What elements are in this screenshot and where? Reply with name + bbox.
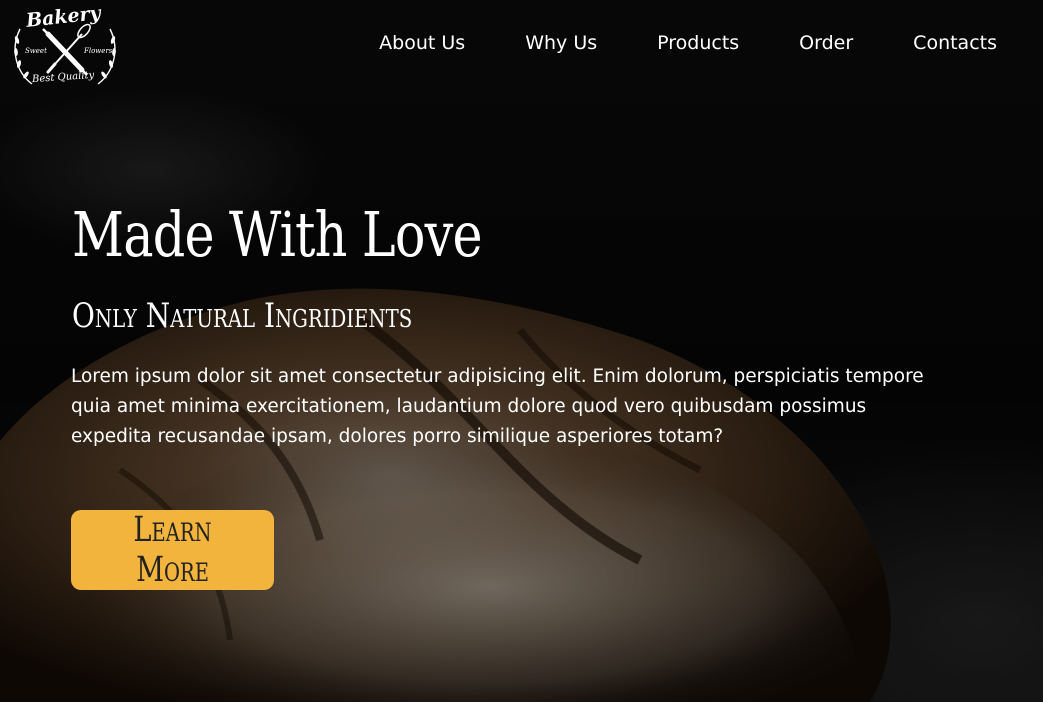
site-header: Bakery Sweet Flowers Best Quality About … xyxy=(0,0,1043,100)
nav-item-order[interactable]: Order xyxy=(799,32,853,54)
hero-background-image xyxy=(0,0,1043,702)
hero-title: Made With Love xyxy=(72,198,483,271)
logo-right-text: Flowers xyxy=(84,47,113,55)
logo-left-text: Sweet xyxy=(25,47,47,55)
hero-description: Lorem ipsum dolor sit amet consectetur a… xyxy=(71,366,924,447)
main-nav: About Us Why Us Products Order Contacts xyxy=(379,32,997,54)
nav-item-about-us[interactable]: About Us xyxy=(379,32,465,54)
learn-more-label: Learn More xyxy=(133,510,212,590)
nav-item-why-us[interactable]: Why Us xyxy=(525,32,597,54)
hero-subtitle: Only Natural Ingridients xyxy=(72,296,413,336)
page: Bakery Sweet Flowers Best Quality About … xyxy=(0,0,1043,702)
bakery-logo[interactable]: Bakery Sweet Flowers Best Quality xyxy=(10,2,120,94)
learn-more-button[interactable]: Learn More xyxy=(71,510,274,590)
nav-item-products[interactable]: Products xyxy=(657,32,739,54)
nav-item-contacts[interactable]: Contacts xyxy=(913,32,997,54)
bread-loaf-illustration xyxy=(0,0,1043,702)
